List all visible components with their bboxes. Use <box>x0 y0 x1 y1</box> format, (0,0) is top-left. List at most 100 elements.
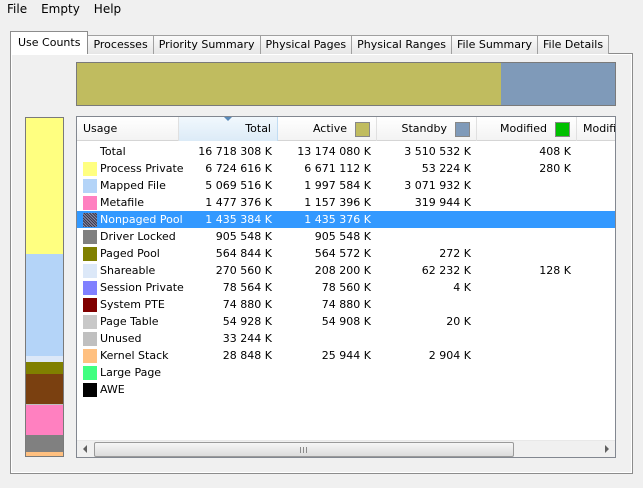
grip-icon <box>300 447 309 453</box>
table-row[interactable]: Metafile 1 477 376 K 1 157 396 K 319 944 K <box>77 194 615 211</box>
sort-descending-icon <box>224 117 232 121</box>
col-header-active[interactable]: Active <box>278 117 377 141</box>
col-total-label: Total <box>245 122 271 135</box>
row-label: Total <box>100 145 126 158</box>
scroll-right-icon[interactable] <box>605 445 609 453</box>
table-row[interactable]: Total 16 718 308 K 13 174 080 K 3 510 532 K… <box>77 143 615 160</box>
scroll-thumb[interactable] <box>94 442 514 457</box>
scroll-left-icon[interactable] <box>83 445 87 453</box>
cell-modified: 128 K <box>539 264 571 277</box>
row-color-swatch <box>83 212 97 227</box>
cell-active: 1 157 396 K <box>304 196 371 209</box>
cell-total: 1 435 384 K <box>205 213 272 226</box>
table-row[interactable]: AWE <box>77 381 615 398</box>
col-modified-label: Modified <box>500 122 547 135</box>
tab-priority-summary[interactable]: Priority Summary <box>152 35 261 54</box>
tab-use-counts[interactable]: Use Counts <box>10 31 89 54</box>
cell-active: 1 997 584 K <box>304 179 371 192</box>
row-color-swatch <box>83 145 97 159</box>
table-row[interactable]: Session Private 78 564 K 78 560 K 4 K <box>77 279 615 296</box>
cell-usage: Driver Locked <box>77 229 179 244</box>
horizontal-scrollbar[interactable] <box>77 440 615 457</box>
use-counts-list[interactable]: Usage Total Active Standby Modified Modi… <box>76 116 616 458</box>
topbar-segment-active <box>77 63 501 105</box>
row-label: Unused <box>100 332 142 345</box>
cell-active: 208 200 K <box>314 264 371 277</box>
cell-usage: Process Private <box>77 161 184 176</box>
table-row[interactable]: Driver Locked 905 548 K 905 548 K <box>77 228 615 245</box>
cell-active: 564 572 K <box>314 247 371 260</box>
table-row[interactable]: Kernel Stack 28 848 K 25 944 K 2 904 K <box>77 347 615 364</box>
cell-usage: Session Private <box>77 280 184 295</box>
menu-help[interactable]: Help <box>87 0 128 19</box>
table-row[interactable]: Mapped File 5 069 516 K 1 997 584 K 3 071 9… <box>77 177 615 194</box>
cell-total: 1 477 376 K <box>205 196 272 209</box>
row-label: Kernel Stack <box>100 349 169 362</box>
list-rows: Total 16 718 308 K 13 174 080 K 3 510 532 K… <box>77 143 615 398</box>
tab-file-summary[interactable]: File Summary <box>450 35 539 54</box>
row-label: Nonpaged Pool <box>100 213 183 226</box>
row-label: Driver Locked <box>100 230 176 243</box>
sidebar-segment-process-private <box>26 118 63 254</box>
row-color-swatch <box>83 365 97 380</box>
col-header-modified[interactable]: Modified <box>477 117 577 141</box>
tab-physical-pages[interactable]: Physical Pages <box>259 35 353 54</box>
table-row[interactable]: System PTE 74 880 K 74 880 K <box>77 296 615 313</box>
cell-active: 25 944 K <box>321 349 371 362</box>
col-header-standby[interactable]: Standby <box>377 117 477 141</box>
sidebar-segment-driver-locked <box>26 435 63 453</box>
cell-total: 5 069 516 K <box>205 179 272 192</box>
table-row[interactable]: Paged Pool 564 844 K 564 572 K 272 K <box>77 245 615 262</box>
row-label: Large Page <box>100 366 162 379</box>
table-row[interactable]: Large Page <box>77 364 615 381</box>
tab-file-details[interactable]: File Details <box>537 35 610 54</box>
cell-standby: 53 224 K <box>421 162 471 175</box>
table-row[interactable]: Nonpaged Pool 1 435 384 K 1 435 376 K <box>77 211 615 228</box>
usage-category-bar <box>25 117 64 457</box>
cell-usage: AWE <box>77 382 179 397</box>
menu-empty[interactable]: Empty <box>34 0 87 19</box>
row-color-swatch <box>83 348 97 363</box>
sidebar-segment-metafile <box>26 404 63 436</box>
cell-active: 6 671 112 K <box>304 162 371 175</box>
table-row[interactable]: Page Table 54 928 K 54 908 K 20 K <box>77 313 615 330</box>
row-color-swatch <box>83 297 97 312</box>
row-color-swatch <box>83 246 97 261</box>
col-header-modified-nowrite[interactable]: Modifi <box>577 117 616 141</box>
sidebar-segment-kernel-brown <box>26 373 63 404</box>
tab-physical-ranges[interactable]: Physical Ranges <box>351 35 452 54</box>
col-header-total[interactable]: Total <box>179 117 278 141</box>
tab-strip: Use Counts Processes Priority Summary Ph… <box>10 31 610 54</box>
col-standby-label: Standby <box>401 122 447 135</box>
row-label: Metafile <box>100 196 145 209</box>
cell-usage: System PTE <box>77 297 179 312</box>
row-label: Paged Pool <box>100 247 160 260</box>
cell-standby: 20 K <box>446 315 471 328</box>
table-row[interactable]: Process Private 6 724 616 K 6 671 112 K 53 … <box>77 160 615 177</box>
row-color-swatch <box>83 263 97 278</box>
table-row[interactable]: Unused 33 244 K <box>77 330 615 347</box>
row-label: System PTE <box>100 298 165 311</box>
cell-active: 54 908 K <box>321 315 371 328</box>
cell-usage: Metafile <box>77 195 179 210</box>
menu-bar: File Empty Help <box>0 0 643 19</box>
cell-active: 78 560 K <box>321 281 371 294</box>
col-modified-nowrite-label: Modifi <box>583 122 616 135</box>
modified-color-swatch <box>555 121 570 137</box>
menu-file[interactable]: File <box>0 0 34 19</box>
table-row[interactable]: Shareable 270 560 K 208 200 K 62 232 K 128 K <box>77 262 615 279</box>
row-color-swatch <box>83 314 97 329</box>
memory-usage-bar <box>76 62 616 106</box>
row-label: Page Table <box>100 315 159 328</box>
row-color-swatch <box>83 382 97 397</box>
col-header-usage[interactable]: Usage <box>77 117 179 141</box>
row-color-swatch <box>83 280 97 295</box>
cell-total: 74 880 K <box>222 298 272 311</box>
cell-active: 905 548 K <box>314 230 371 243</box>
sidebar-segment-tail <box>26 452 63 456</box>
cell-usage: Page Table <box>77 314 179 329</box>
tab-processes[interactable]: Processes <box>87 35 154 54</box>
cell-standby: 4 K <box>453 281 471 294</box>
cell-usage: Nonpaged Pool <box>77 212 183 227</box>
row-label: Process Private <box>100 162 184 175</box>
